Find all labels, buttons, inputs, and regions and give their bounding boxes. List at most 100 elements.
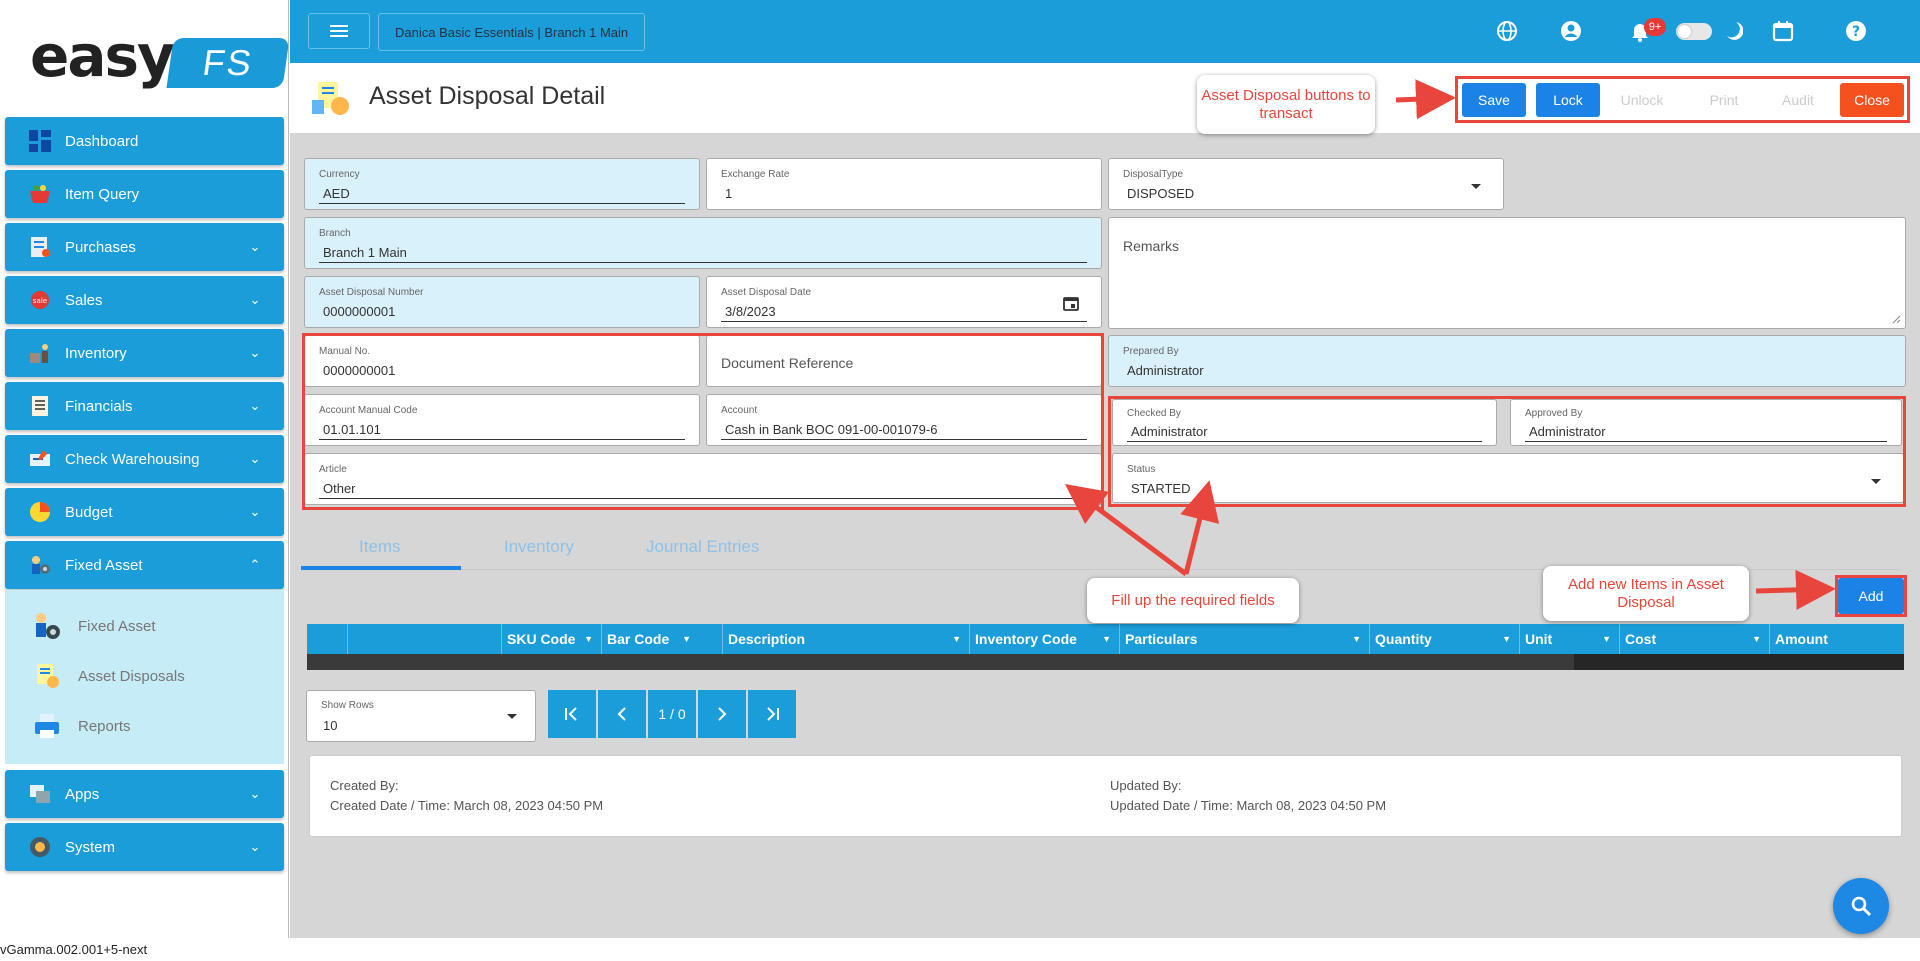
items-grid-scrollbar[interactable]: [307, 654, 1904, 670]
remarks-textarea[interactable]: Remarks: [1108, 217, 1906, 329]
sidebar-item-inventory[interactable]: Inventory ⌄: [5, 329, 284, 377]
sidebar-item-label: Apps: [65, 785, 100, 803]
status-select[interactable]: Status STARTED: [1112, 453, 1904, 503]
scrollbar-thumb[interactable]: [1574, 654, 1904, 670]
grid-col-unit[interactable]: Unit ▼: [1519, 624, 1619, 654]
field-label: Show Rows: [321, 700, 374, 711]
account-manual-code-field[interactable]: Account Manual Code 01.01.101: [304, 394, 700, 446]
submenu-item-label: Fixed Asset: [78, 617, 156, 635]
apps-icon: [27, 781, 53, 807]
filter-icon[interactable]: ▼: [1102, 634, 1111, 644]
filter-icon[interactable]: ▼: [682, 634, 691, 644]
save-button[interactable]: Save: [1462, 83, 1526, 117]
grid-col-amount[interactable]: Amount: [1769, 624, 1904, 654]
document-reference-placeholder: Document Reference: [721, 355, 854, 371]
filter-icon[interactable]: ▼: [1502, 634, 1511, 644]
grid-select-column[interactable]: [307, 624, 347, 654]
submenu-item-reports[interactable]: Reports: [30, 708, 131, 744]
version-label: vGamma.002.001+5-next: [0, 942, 148, 957]
sidebar-item-label: Budget: [65, 503, 113, 521]
dropdown-arrow-icon: [1871, 479, 1881, 484]
sidebar-item-label: Item Query: [65, 185, 140, 203]
field-label: Account Manual Code: [319, 405, 418, 416]
help-icon[interactable]: ?: [1843, 18, 1869, 44]
sidebar-item-fixed-asset[interactable]: Fixed Asset ⌃: [5, 541, 284, 589]
calendar-icon[interactable]: [1063, 295, 1079, 311]
field-value: Administrator: [1131, 424, 1208, 439]
tab-items[interactable]: Items: [359, 537, 401, 557]
close-button[interactable]: Close: [1840, 83, 1904, 117]
sidebar-item-sales[interactable]: sale Sales ⌄: [5, 276, 284, 324]
manual-no-field[interactable]: Manual No. 0000000001: [304, 335, 700, 387]
field-value: 3/8/2023: [725, 304, 776, 319]
add-item-button[interactable]: Add: [1838, 578, 1904, 614]
first-page-button[interactable]: [548, 690, 596, 738]
field-underline: [721, 321, 1087, 322]
exchange-rate-field[interactable]: Exchange Rate 1: [706, 158, 1102, 210]
filter-icon[interactable]: ▼: [952, 634, 961, 644]
prev-page-button[interactable]: [598, 690, 646, 738]
disposal-number-field[interactable]: Asset Disposal Number 0000000001: [304, 276, 700, 328]
grid-col-bar-code[interactable]: Bar Code ▼: [601, 624, 699, 654]
next-page-button[interactable]: [698, 690, 746, 738]
sidebar-item-dashboard[interactable]: Dashboard: [5, 117, 284, 165]
filter-icon[interactable]: ▼: [1352, 634, 1361, 644]
field-underline: [319, 203, 685, 204]
sidebar-item-item-query[interactable]: Item Query: [5, 170, 284, 218]
search-fab-button[interactable]: [1833, 878, 1889, 934]
globe-icon[interactable]: [1494, 18, 1520, 44]
sidebar-item-purchases[interactable]: Purchases ⌄: [5, 223, 284, 271]
items-grid-header: SKU Code ▼ Bar Code ▼ Description ▼ Invento…: [307, 624, 1904, 654]
chevron-left-icon: [617, 707, 626, 721]
submenu-item-asset-disposals[interactable]: Asset Disposals: [30, 658, 185, 694]
article-select[interactable]: Article Other: [304, 453, 1102, 505]
easyfs-logo[interactable]: easy FS: [30, 22, 290, 90]
asset-disposal-icon: [310, 78, 352, 120]
grid-col-inventory-code[interactable]: Inventory Code ▼: [969, 624, 1119, 654]
account-icon[interactable]: [1558, 18, 1584, 44]
print-button[interactable]: Print: [1692, 83, 1756, 117]
prepared-by-field[interactable]: Prepared By Administrator: [1108, 335, 1906, 387]
grid-col-quantity[interactable]: Quantity ▼: [1369, 624, 1519, 654]
submenu-item-fixed-asset[interactable]: Fixed Asset: [30, 608, 156, 644]
sidebar-item-check-warehousing[interactable]: Check Warehousing ⌄: [5, 435, 284, 483]
grid-col-particulars[interactable]: Particulars ▼: [1119, 624, 1369, 654]
disposal-type-select[interactable]: DisposalType DISPOSED: [1108, 158, 1504, 210]
basket-icon: [27, 181, 53, 207]
sidebar-item-budget[interactable]: Budget ⌄: [5, 488, 284, 536]
last-page-icon: [767, 707, 779, 721]
sidebar-item-label: System: [65, 838, 116, 856]
company-branch-selector[interactable]: Danica Basic Essentials | Branch 1 Main: [378, 13, 646, 51]
sidebar-item-system[interactable]: System ⌄: [5, 823, 284, 871]
filter-icon[interactable]: ▼: [584, 634, 593, 644]
tab-journal-entries[interactable]: Journal Entries: [646, 537, 759, 557]
checked-by-field[interactable]: Checked By Administrator: [1112, 399, 1497, 446]
show-rows-select[interactable]: Show Rows 10: [306, 690, 536, 742]
field-label: Article: [319, 464, 347, 475]
audit-button[interactable]: Audit: [1766, 83, 1830, 117]
chevron-down-icon: ⌄: [249, 839, 261, 854]
currency-field[interactable]: Currency AED: [304, 158, 700, 210]
calendar-icon[interactable]: [1770, 18, 1796, 44]
filter-icon[interactable]: ▼: [1602, 634, 1611, 644]
hamburger-menu-button[interactable]: [308, 13, 370, 49]
tab-inventory[interactable]: Inventory: [504, 537, 574, 557]
field-label: Asset Disposal Number: [319, 287, 424, 298]
approved-by-field[interactable]: Approved By Administrator: [1510, 399, 1902, 446]
document-reference-field[interactable]: Document Reference: [706, 335, 1102, 387]
branch-field[interactable]: Branch Branch 1 Main: [304, 217, 1102, 269]
last-page-button[interactable]: [748, 690, 796, 738]
sidebar-item-apps[interactable]: Apps ⌄: [5, 770, 284, 818]
field-label: DisposalType: [1123, 169, 1184, 180]
disposal-date-field[interactable]: Asset Disposal Date 3/8/2023: [706, 276, 1102, 328]
lock-button[interactable]: Lock: [1536, 83, 1600, 117]
field-value: Branch 1 Main: [323, 245, 407, 260]
account-field[interactable]: Account Cash in Bank BOC 091-00-001079-6: [706, 394, 1102, 446]
unlock-button[interactable]: Unlock: [1610, 83, 1674, 117]
grid-col-sku-code[interactable]: SKU Code ▼: [501, 624, 601, 654]
grid-col-cost[interactable]: Cost ▼: [1619, 624, 1769, 654]
sidebar-item-financials[interactable]: Financials ⌄: [5, 382, 284, 430]
dark-mode-toggle[interactable]: [1676, 23, 1712, 40]
grid-col-description[interactable]: Description ▼: [722, 624, 969, 654]
filter-icon[interactable]: ▼: [1752, 634, 1761, 644]
